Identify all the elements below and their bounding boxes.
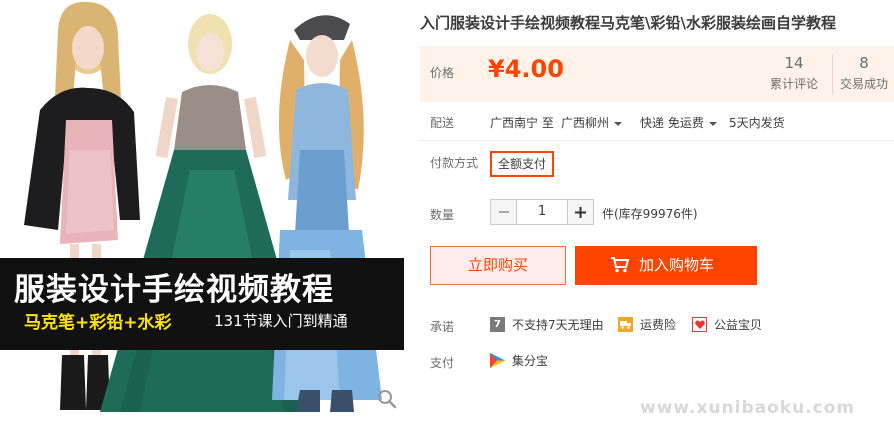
- quantity-stock: 件(库存99976件): [602, 207, 698, 221]
- shipping-method: 快递 免运费: [640, 116, 704, 130]
- banner-title: 服装设计手绘视频教程: [14, 272, 334, 308]
- price-label: 价格: [430, 66, 455, 80]
- promise-charity[interactable]: 公益宝贝: [692, 316, 762, 333]
- quantity-input[interactable]: 1: [517, 199, 567, 225]
- add-to-cart-label: 加入购物车: [639, 256, 715, 274]
- chevron-down-icon: [614, 121, 623, 126]
- chevron-down-icon: [708, 121, 717, 126]
- promise-freight-insurance[interactable]: 运费险: [618, 316, 676, 333]
- product-info: 入门服装设计手绘视频教程马克笔\彩铅\水彩服装绘画自学教程 价格 ¥4.00 1…: [420, 0, 894, 422]
- sales-count: 8: [859, 54, 869, 72]
- pay-method[interactable]: 集分宝: [490, 352, 548, 369]
- pay-label: 支付: [430, 356, 455, 370]
- sales-label: 交易成功: [840, 77, 889, 91]
- product-image[interactable]: 服装设计手绘视频教程 马克笔+彩铅+水彩 131节课入门到精通: [0, 0, 404, 412]
- promise-no-return[interactable]: 7 不支持7天无理由: [490, 316, 604, 333]
- sales-stat: 8 交易成功: [840, 54, 888, 92]
- payment-option-full[interactable]: 全额支付: [490, 151, 555, 177]
- plus-icon: [575, 206, 586, 218]
- fashion-illustration: [24, 1, 382, 412]
- reviews-count: 14: [784, 54, 804, 72]
- promise-freight-insurance-label: 运费险: [640, 318, 677, 332]
- divider: [420, 140, 894, 141]
- watermark: www.xunibaoku.com: [640, 398, 856, 418]
- shipping-select[interactable]: 快递 免运费: [640, 114, 717, 131]
- promo-banner: 服装设计手绘视频教程 马克笔+彩铅+水彩 131节课入门到精通: [0, 258, 404, 350]
- jifenbao-icon: [490, 353, 505, 368]
- delivery-destination-select[interactable]: 广西柳州: [561, 114, 623, 131]
- delivery-destination: 广西柳州: [561, 116, 610, 130]
- price-value: ¥4.00: [488, 55, 564, 83]
- promise-label: 承诺: [430, 320, 455, 334]
- seven-day-icon: 7: [490, 317, 505, 332]
- buy-now-button[interactable]: 立即购买: [430, 246, 566, 285]
- quantity-stepper: 1: [490, 199, 594, 225]
- promise-no-return-label: 不支持7天无理由: [512, 318, 604, 332]
- banner-subtitle: 马克笔+彩铅+水彩: [24, 313, 172, 333]
- payment-method-label: 付款方式: [430, 156, 479, 170]
- quantity-increase-button[interactable]: [567, 199, 594, 225]
- reviews-label: 累计评论: [770, 77, 819, 91]
- ship-time: 5天内发货: [729, 116, 785, 130]
- quantity-decrease-button[interactable]: [490, 199, 517, 225]
- cart-icon: [611, 257, 629, 273]
- delivery-from: 广西南宁 至: [490, 116, 554, 130]
- heart-icon: [692, 317, 707, 332]
- quantity-label: 数量: [430, 208, 455, 222]
- magnifier-icon[interactable]: [376, 388, 398, 410]
- reviews-stat[interactable]: 14 累计评论: [770, 54, 818, 92]
- product-page: 服装设计手绘视频教程 马克笔+彩铅+水彩 131节课入门到精通 入门服装设计手绘…: [0, 0, 894, 422]
- pay-method-label: 集分宝: [512, 354, 549, 368]
- product-title: 入门服装设计手绘视频教程马克笔\彩铅\水彩服装绘画自学教程: [420, 14, 836, 32]
- delivery-label: 配送: [430, 116, 455, 130]
- promise-charity-label: 公益宝贝: [714, 318, 763, 332]
- freight-insurance-icon: [618, 317, 633, 332]
- add-to-cart-button[interactable]: 加入购物车: [575, 246, 757, 285]
- minus-icon: [498, 211, 509, 213]
- price-box: 价格 ¥4.00 14 累计评论 8 交易成功: [420, 46, 894, 102]
- banner-course-count: 131节课入门到精通: [214, 312, 348, 330]
- stat-divider: [832, 54, 833, 94]
